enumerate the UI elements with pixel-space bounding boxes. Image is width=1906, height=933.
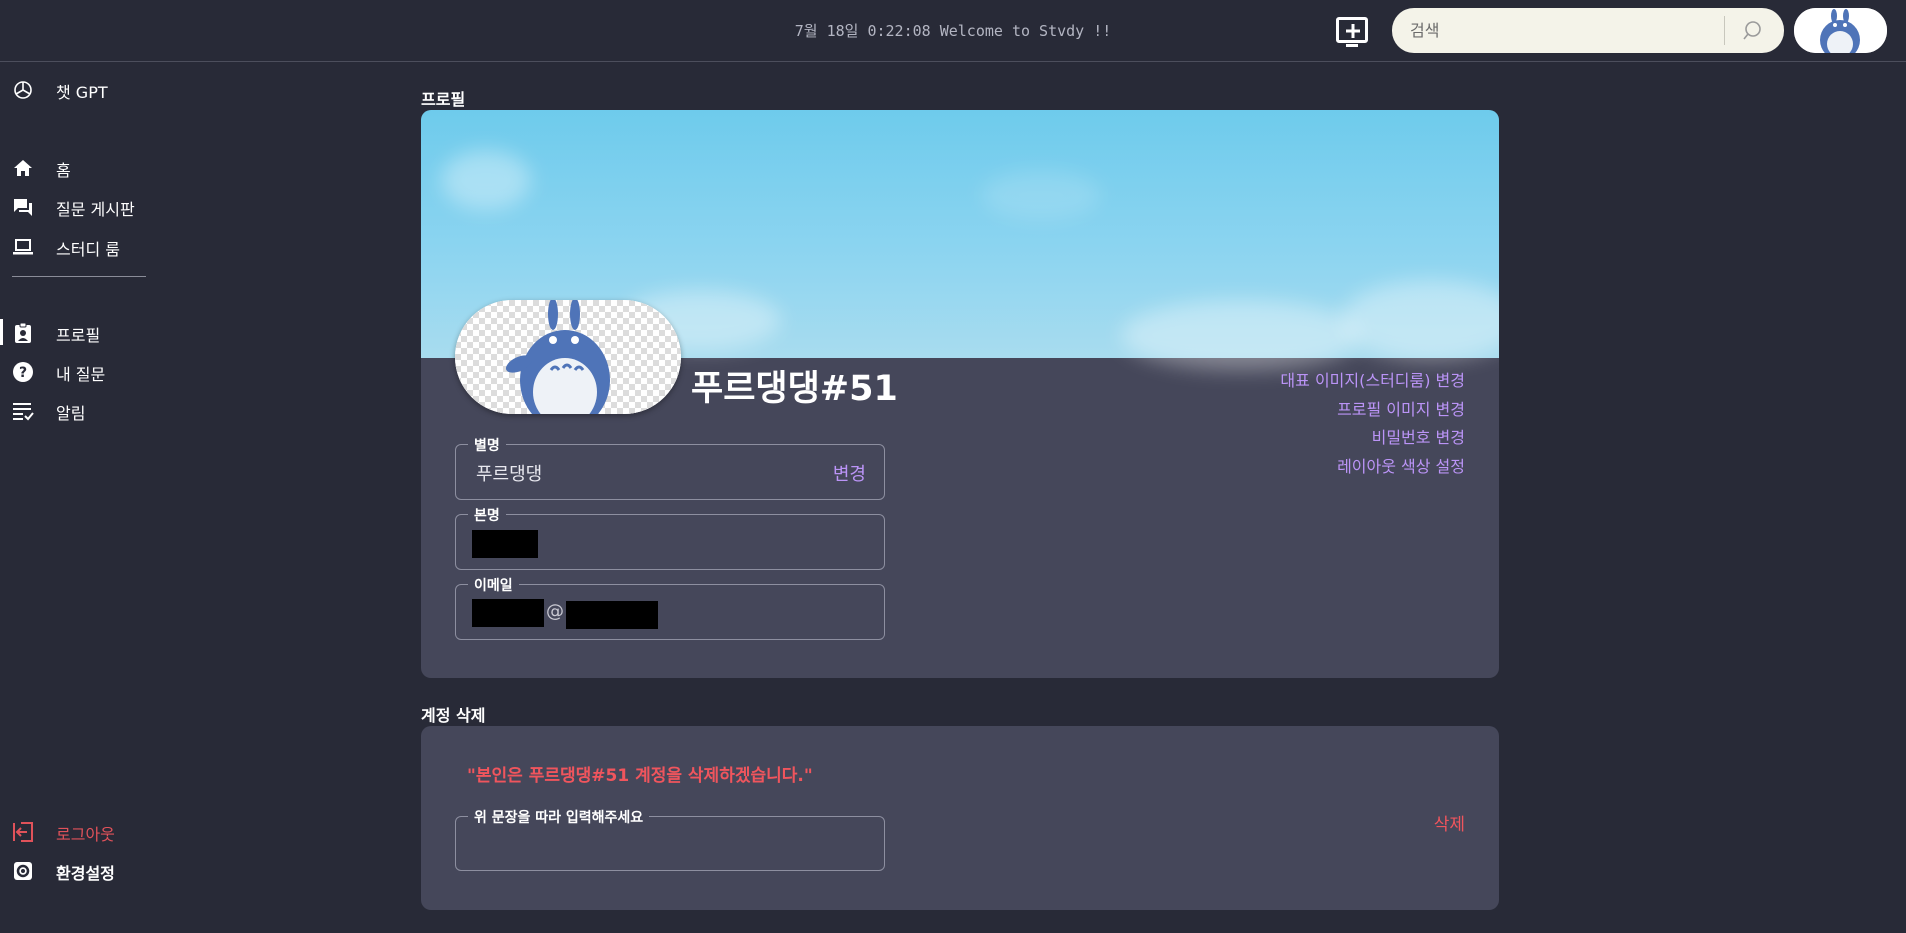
sidebar-item-label: 홈 (56, 161, 71, 180)
profile-card: 푸르댕댕#51 대표 이미지(스터디룸) 변경 프로필 이미지 변경 비밀번호 … (421, 110, 1499, 678)
sidebar-item-label: 로그아웃 (56, 825, 115, 844)
search-input[interactable] (1410, 18, 1730, 42)
sidebar-item-settings[interactable]: 환경설정 (0, 855, 160, 885)
delete-account-section-title: 계정 삭제 (421, 706, 486, 725)
sidebar-item-forum[interactable]: 질문 게시판 (0, 191, 160, 221)
profile-actions: 대표 이미지(스터디룸) 변경 프로필 이미지 변경 비밀번호 변경 레이아웃 … (1280, 367, 1465, 481)
sidebar-item-label: 프로필 (56, 326, 101, 345)
monitor-stand (1346, 44, 1358, 47)
change-nickname-button[interactable]: 변경 (833, 460, 866, 486)
change-password-link[interactable]: 비밀번호 변경 (1280, 424, 1465, 453)
delete-account-button[interactable]: 삭제 (1434, 810, 1465, 835)
change-banner-image-link[interactable]: 대표 이미지(스터디룸) 변경 (1280, 367, 1465, 396)
delete-confirm-field: 위 문장을 따라 입력해주세요 (455, 807, 885, 871)
sidebar-item-logout[interactable]: 로그아웃 (0, 816, 160, 846)
forum-icon (14, 199, 32, 216)
email-at-sign: @ (546, 601, 564, 622)
profile-avatar (455, 300, 681, 414)
sidebar-item-home[interactable]: 홈 (0, 152, 160, 182)
sidebar-item-my-questions[interactable]: ? 내 질문 (0, 356, 160, 386)
search-divider (1724, 16, 1725, 45)
real-name-field: 본명 (455, 505, 885, 570)
sidebar-item-notifications[interactable]: 알림 (0, 395, 160, 425)
totoro-avatar-image (1794, 8, 1887, 53)
nickname-label: 별명 (468, 435, 506, 455)
sidebar-item-label: 환경설정 (56, 864, 115, 883)
delete-confirm-label: 위 문장을 따라 입력해주세요 (468, 807, 650, 827)
sidebar-item-study-room[interactable]: 스터디 룸 (0, 231, 160, 261)
delete-account-card: "본인은 푸르댕댕#51 계정을 삭제하겠습니다." 위 문장을 따라 입력해주… (421, 726, 1499, 910)
email-field: 이메일 @ (455, 575, 885, 640)
user-avatar-button[interactable] (1794, 8, 1887, 53)
plus-icon (1346, 24, 1360, 38)
sidebar-item-label: 알림 (56, 404, 86, 423)
email-label: 이메일 (468, 575, 519, 595)
search-icon[interactable] (1742, 20, 1764, 42)
top-bar: 7월 18일 0:22:08 Welcome to Stvdy !! (0, 0, 1906, 62)
real-name-redacted (472, 530, 538, 558)
new-window-button[interactable] (1336, 17, 1368, 47)
logout-icon (13, 822, 33, 842)
search-bar (1392, 8, 1784, 53)
sidebar-item-profile[interactable]: 프로필 (0, 317, 160, 347)
gear-icon (14, 862, 32, 880)
laptop-icon (13, 239, 33, 255)
openai-icon (14, 81, 32, 99)
sidebar-item-label: 스터디 룸 (56, 240, 120, 259)
sidebar-item-label: 내 질문 (56, 365, 106, 384)
sidebar-item-label: 챗 GPT (56, 83, 108, 102)
email-local-redacted (472, 599, 544, 627)
profile-badge-icon (15, 322, 31, 343)
real-name-label: 본명 (468, 505, 506, 525)
question-icon: ? (13, 362, 33, 382)
delete-confirm-input[interactable] (468, 831, 868, 857)
change-profile-image-link[interactable]: 프로필 이미지 변경 (1280, 396, 1465, 425)
checklist-icon (13, 403, 34, 421)
home-icon (14, 160, 32, 176)
layout-color-settings-link[interactable]: 레이아웃 색상 설정 (1280, 453, 1465, 482)
totoro-avatar-image (505, 300, 610, 414)
sidebar-item-label: 질문 게시판 (56, 200, 135, 219)
sidebar: 챗 GPT 홈 질문 게시판 스터디 룸 프로필 ? 내 질문 알림 로그아웃 … (0, 62, 160, 933)
profile-section-title: 프로필 (421, 90, 466, 109)
sidebar-divider (12, 276, 146, 277)
nickname-field: 별명 푸르댕댕 변경 (455, 435, 885, 500)
nickname-value: 푸르댕댕 (476, 464, 543, 485)
sidebar-item-chat-gpt[interactable]: 챗 GPT (0, 74, 160, 104)
delete-confirm-sentence: "본인은 푸르댕댕#51 계정을 삭제하겠습니다." (467, 766, 813, 786)
email-domain-redacted (566, 601, 658, 629)
profile-name: 푸르댕댕#51 (691, 369, 898, 409)
svg-text:?: ? (19, 365, 27, 381)
